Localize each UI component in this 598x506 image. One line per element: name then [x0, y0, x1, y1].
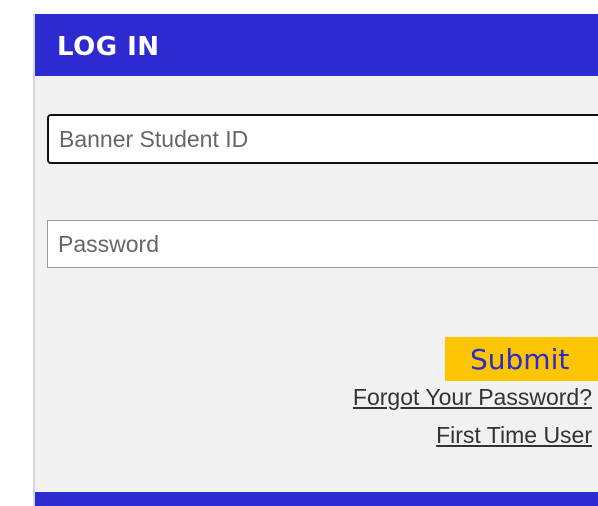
login-header: LOG IN: [35, 14, 598, 76]
first-time-user-link[interactable]: First Time User: [436, 422, 592, 449]
footer-bar: [35, 492, 598, 506]
student-id-input[interactable]: [47, 114, 598, 164]
login-panel: LOG IN Submit Forgot Your Password? Firs…: [33, 14, 598, 506]
password-input[interactable]: [47, 220, 598, 268]
forgot-password-link[interactable]: Forgot Your Password?: [353, 384, 592, 411]
login-title: LOG IN: [57, 32, 160, 62]
submit-button[interactable]: Submit: [445, 337, 598, 381]
